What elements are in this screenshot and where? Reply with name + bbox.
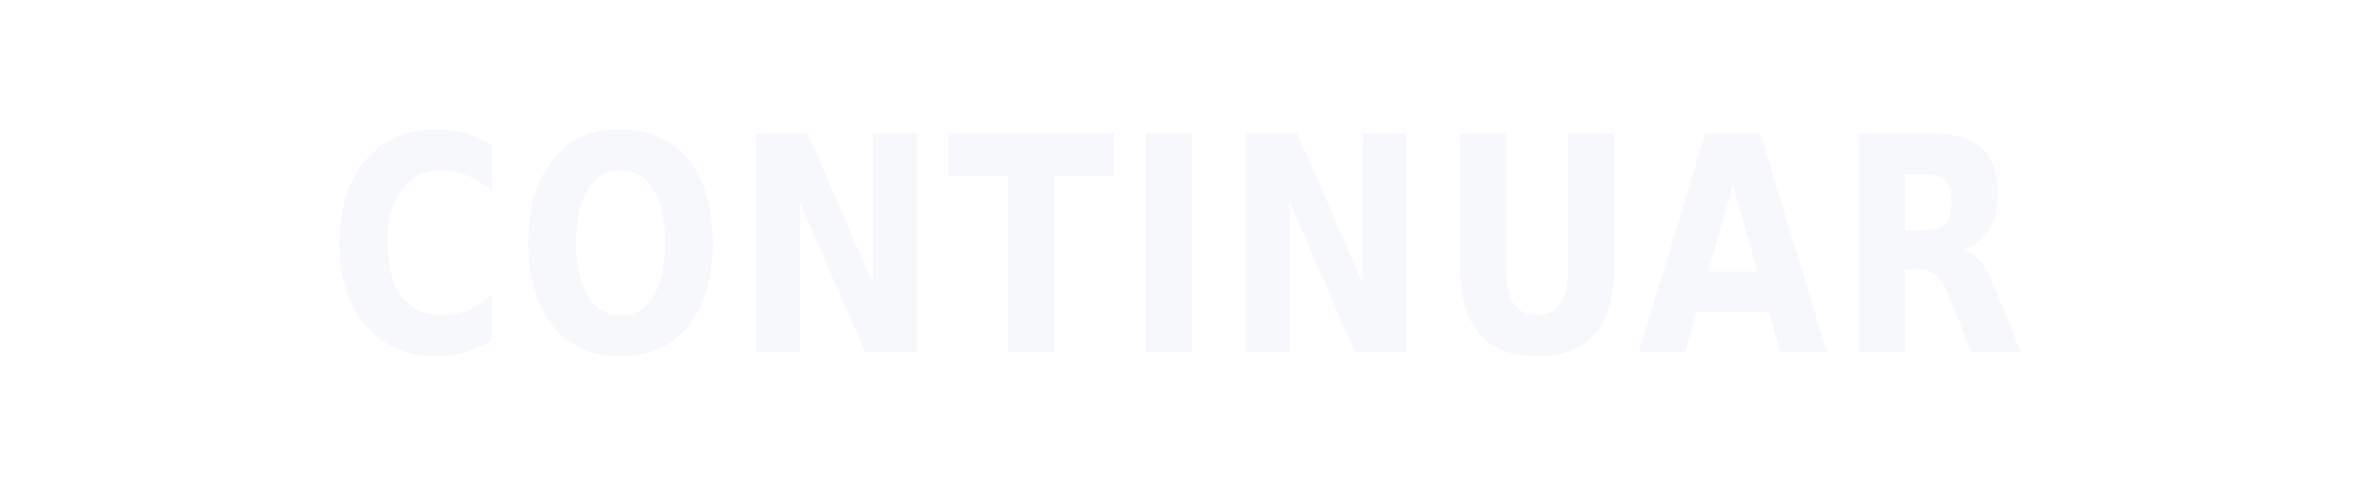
- continue-label: CONTINUAR: [327, 73, 2035, 423]
- continue-button[interactable]: CONTINUAR: [0, 0, 2362, 497]
